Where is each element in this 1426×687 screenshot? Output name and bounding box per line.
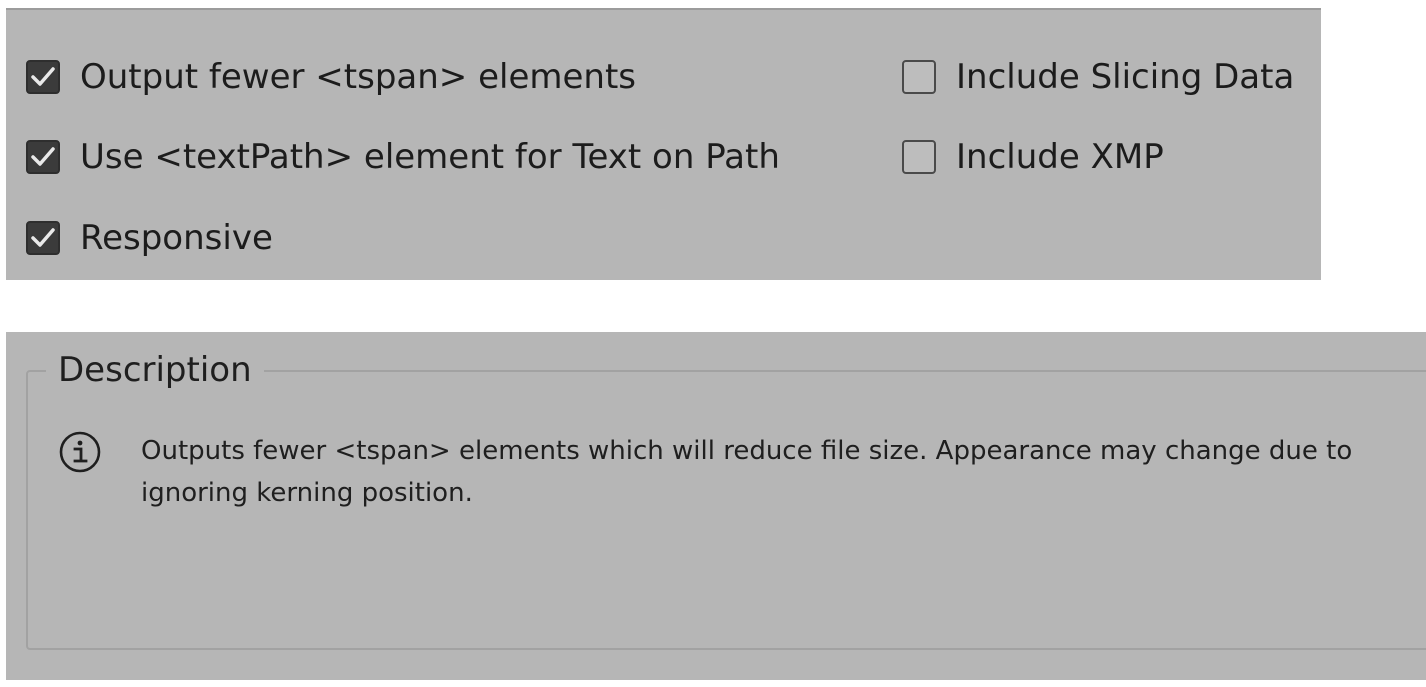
include-slicing-data-label: Include Slicing Data (956, 57, 1295, 97)
description-text: Outputs fewer <tspan> elements which wil… (141, 436, 1353, 508)
use-textpath-checkbox[interactable] (26, 140, 60, 174)
option-include-xmp[interactable]: Include XMP (902, 132, 1164, 182)
include-xmp-checkbox[interactable] (902, 140, 936, 174)
svg-options-panel: Output fewer <tspan> elements Use <textP… (6, 8, 1321, 280)
checkmark-icon (31, 147, 55, 166)
option-responsive[interactable]: Responsive (26, 213, 273, 263)
checkmark-icon (31, 67, 55, 86)
description-legend: Description (46, 348, 264, 392)
use-textpath-label: Use <textPath> element for Text on Path (80, 137, 780, 177)
include-slicing-data-checkbox[interactable] (902, 60, 936, 94)
output-fewer-tspan-label: Output fewer <tspan> elements (80, 57, 637, 97)
info-icon (59, 431, 101, 473)
option-use-textpath[interactable]: Use <textPath> element for Text on Path (26, 132, 780, 182)
checkmark-icon (31, 228, 55, 247)
responsive-label: Responsive (80, 218, 273, 258)
output-fewer-tspan-checkbox[interactable] (26, 60, 60, 94)
description-panel: Description Outputs fewer <tspan> elemen… (6, 332, 1426, 680)
include-xmp-label: Include XMP (956, 137, 1164, 177)
option-output-fewer-tspan[interactable]: Output fewer <tspan> elements (26, 52, 636, 102)
responsive-checkbox[interactable] (26, 221, 60, 255)
option-include-slicing-data[interactable]: Include Slicing Data (902, 52, 1294, 102)
